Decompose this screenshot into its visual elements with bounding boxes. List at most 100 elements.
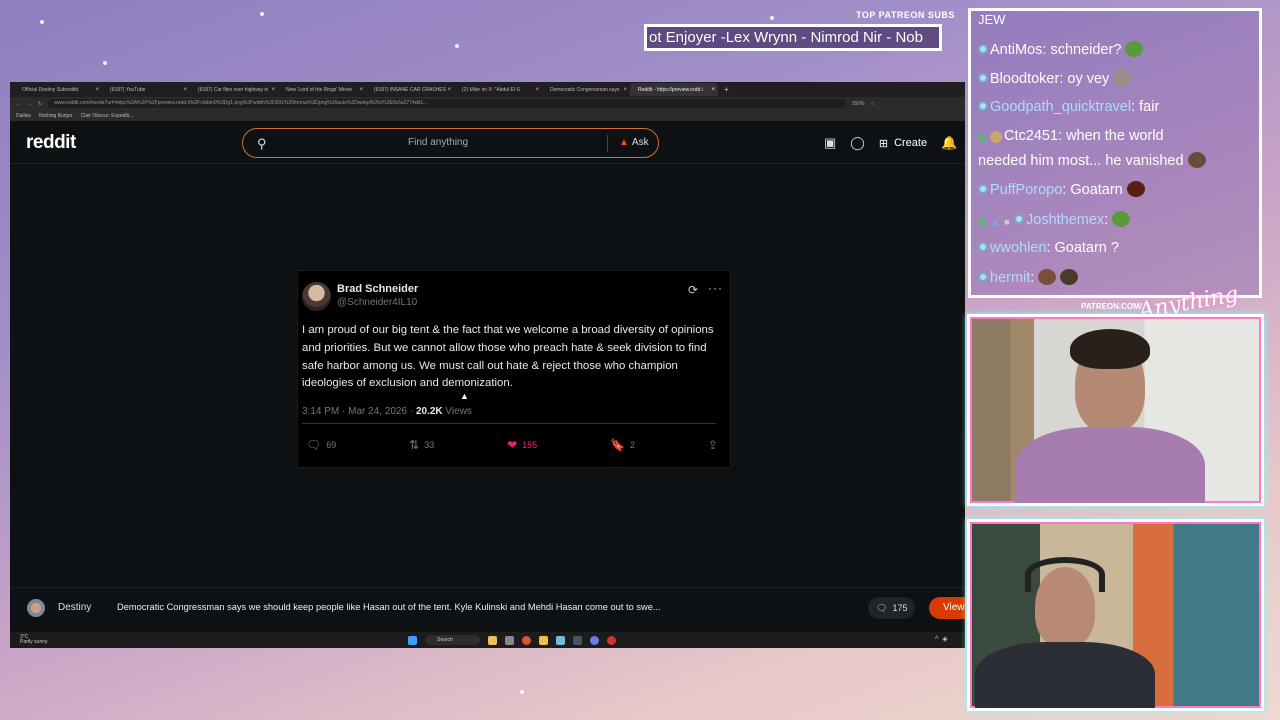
plus-icon: ⊞	[878, 137, 889, 150]
badge-icon	[978, 272, 988, 282]
views-count: 20.2K	[415, 406, 443, 417]
emote-icon	[1187, 152, 1206, 168]
reddit-logo[interactable]: reddit	[26, 132, 76, 154]
close-icon[interactable]: ×	[271, 87, 275, 93]
discord-icon[interactable]	[590, 635, 599, 645]
close-icon[interactable]: ×	[183, 87, 187, 93]
avatar	[27, 599, 45, 617]
post-author[interactable]: Destiny	[58, 602, 91, 613]
tweet-card: Brad Schneider @Schneider4IL10 ⟳ ··· I a…	[297, 270, 731, 468]
close-icon[interactable]: ×	[535, 87, 539, 93]
file-explorer-icon[interactable]	[539, 635, 548, 645]
reply-icon: 🗨	[306, 438, 322, 452]
chat-message: Goodpath_quicktravel: fair	[978, 99, 1159, 115]
weather-widget[interactable]: 3°C Partly sunny	[20, 635, 48, 645]
browser-tab[interactable]: (2) Mike on X: "Abdul El-S ×	[454, 83, 542, 96]
system-tray-icons[interactable]: ^◈	[935, 635, 952, 643]
browser-tab[interactable]: (6187) INSANE CAR CRASHES ×	[366, 83, 454, 96]
chat-panel: JEW AntiMos: schneider? Bloodtoker: oy v…	[968, 8, 1262, 298]
bookmark-item[interactable]: Nothing Burger	[39, 113, 73, 119]
more-icon[interactable]: ···	[708, 281, 723, 295]
browser-tab[interactable]: (6187) Car flies over highway in ×	[190, 83, 278, 96]
comments-button[interactable]: 🗨 175	[868, 597, 916, 619]
webcam-bottom	[967, 519, 1264, 711]
chat-message: PuffPoropo: Goatarn	[978, 181, 1145, 198]
browser-tab-active[interactable]: Reddit - https://preview.redd.i ×	[630, 83, 718, 96]
view-button[interactable]: View	[929, 597, 965, 619]
divider	[607, 135, 608, 152]
grok-icon[interactable]: ⟳	[688, 283, 698, 297]
background-star	[260, 12, 264, 16]
heart-icon: ❤	[507, 438, 518, 452]
like-button[interactable]: ❤ 155	[507, 438, 537, 452]
chat-message: Bloodtoker: oy vey	[978, 70, 1132, 87]
chat-message: AntiMos: schneider?	[978, 41, 1144, 58]
new-tab-icon[interactable]: +	[724, 85, 729, 94]
close-icon[interactable]: ×	[623, 87, 627, 93]
app-icon[interactable]	[556, 635, 565, 645]
close-icon[interactable]: ×	[95, 87, 99, 93]
advertise-icon[interactable]: ▣	[824, 135, 836, 151]
url-field[interactable]: www.reddit.com/media?url=https%3A%2F%2Fp…	[48, 99, 846, 108]
back-icon[interactable]: ←	[16, 101, 21, 107]
steam-icon[interactable]	[573, 635, 582, 645]
post-title[interactable]: Democratic Congressman says we should ke…	[117, 602, 661, 612]
terminal-icon[interactable]	[505, 635, 514, 645]
emote-icon	[1126, 181, 1145, 197]
search-bar[interactable]: ⚲ Find anything ▲ Ask	[242, 128, 659, 158]
ask-button[interactable]: ▲ Ask	[619, 137, 649, 148]
pepe-emote-icon	[1112, 211, 1131, 227]
address-bar: ← → ↻ www.reddit.com/media?url=https%3A%…	[10, 97, 965, 110]
search-icon: ⚲	[257, 136, 267, 151]
widgets-icon[interactable]	[488, 635, 497, 645]
reload-icon[interactable]: ↻	[38, 101, 42, 107]
pepe-emote-icon	[1125, 41, 1144, 57]
badge-icon	[978, 73, 988, 83]
browser-tab[interactable]: Official Destiny Subreddit ×	[14, 83, 102, 96]
chat-message: wwohlen: Goatarn ?	[978, 240, 1119, 256]
mouse-cursor-icon: ▲	[460, 391, 469, 401]
bookmark-button[interactable]: 🔖 2	[610, 438, 635, 452]
browser-tab[interactable]: New 'Lord of the Rings' Movie ×	[278, 83, 366, 96]
share-icon: ⇪	[707, 438, 718, 452]
chat-icon[interactable]: ◯	[850, 135, 865, 151]
comment-icon: 🗨	[876, 602, 888, 613]
close-icon[interactable]: ×	[447, 87, 451, 93]
create-button[interactable]: ⊞ Create	[879, 137, 927, 150]
badge-icon	[978, 184, 988, 194]
star-icon[interactable]: ☆	[871, 101, 875, 107]
taskbar-search[interactable]: Search	[425, 635, 480, 645]
kick-badge-icon: K	[979, 133, 987, 143]
close-icon[interactable]: ×	[711, 87, 715, 93]
bookmark-item[interactable]: Dailies	[16, 113, 31, 119]
chat-message-continuation: needed him most... he vanished	[978, 152, 1206, 169]
windows-start-icon[interactable]	[408, 635, 417, 645]
browser-tab[interactable]: (6187) YouTube ×	[102, 83, 190, 96]
post-bar: Destiny Democratic Congressman says we s…	[10, 587, 965, 627]
reddit-header: reddit ⚲ Find anything ▲ Ask ▣ ◯ ⊞ Create …	[10, 122, 965, 164]
guest-shirt	[975, 642, 1155, 708]
zoom-level[interactable]: 150%	[852, 101, 865, 107]
badge-icon	[978, 242, 988, 252]
background-star	[520, 690, 524, 694]
ticker-text: ot Enjoyer -Lex Wrynn - Nimrod Nir - Nob	[649, 29, 923, 46]
chrome-icon[interactable]	[522, 635, 531, 645]
reply-button[interactable]: 🗨 69	[306, 438, 336, 452]
emote-icon	[1060, 269, 1079, 285]
notification-bell-icon[interactable]: 🔔	[941, 135, 957, 151]
taskbar-apps: Search	[408, 635, 616, 645]
badge-icon	[990, 131, 1002, 143]
obs-icon[interactable]	[607, 635, 616, 645]
streamer-shirt	[1015, 427, 1205, 503]
browser-window: Official Destiny Subreddit × (6187) YouTu…	[10, 82, 965, 648]
forward-icon[interactable]: →	[27, 101, 32, 107]
repost-button[interactable]: ⇅ 33	[409, 438, 434, 452]
bookmark-item[interactable]: Clair Obscur: Expediti...	[81, 113, 134, 119]
close-icon[interactable]: ×	[359, 87, 363, 93]
emote-icon	[1038, 269, 1057, 285]
share-button[interactable]: ⇪	[708, 438, 718, 452]
tweet-actions: 🗨 69 ⇅ 33 ❤ 155 🔖 2 ⇪	[306, 438, 718, 452]
browser-tab[interactable]: Democratic Congressman says ×	[542, 83, 630, 96]
kick-badge-icon: K	[979, 217, 987, 227]
badge-icon	[1014, 214, 1024, 224]
